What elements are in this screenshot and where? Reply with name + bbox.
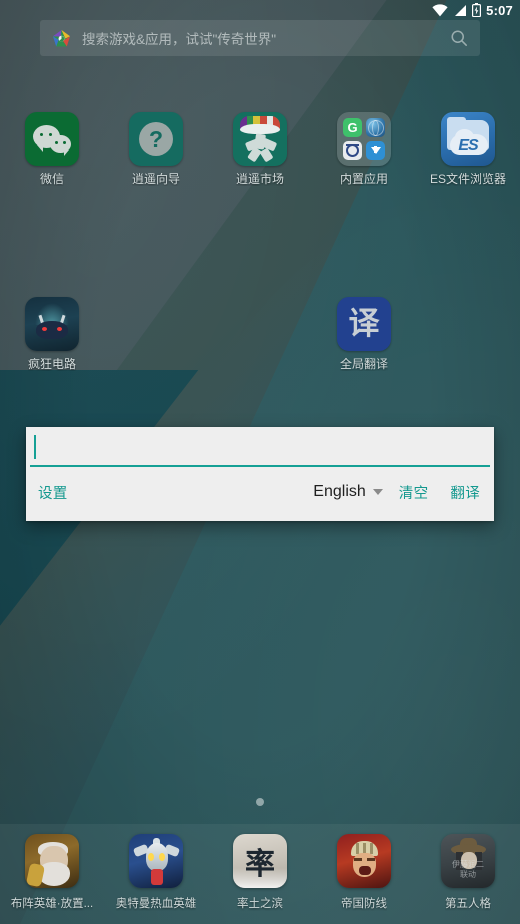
settings-button[interactable]: 设置 <box>38 482 68 503</box>
dock-item-empire-defense[interactable]: 帝国防线 <box>312 834 416 911</box>
translate-dialog: 设置 English 清空 翻译 <box>26 427 494 521</box>
wifi-icon <box>432 3 448 16</box>
dock-item-shuaitu[interactable]: 率 率土之滨 <box>208 834 312 911</box>
google-letter: G <box>347 120 358 135</box>
app-icon-guide[interactable]: ? 逍遥向导 <box>104 112 208 186</box>
search-icon[interactable] <box>450 29 468 47</box>
market-store-icon <box>233 112 287 166</box>
search-bar[interactable]: 搜索游戏&应用，试试"传奇世界" <box>40 20 480 56</box>
dock: 布阵英雄·放置... 奥特曼热血英雄 率 率土之滨 帝国防线 伊藤润二 联动 第… <box>0 824 520 924</box>
translate-dialog-actions: 设置 English 清空 翻译 <box>26 467 494 517</box>
home-grid-row-1: 微信 ? 逍遥向导 逍遥市场 G 内置应用 ES ES文件浏览器 <box>0 112 520 186</box>
app-icon-wechat[interactable]: 微信 <box>0 112 104 186</box>
empire-defense-game-icon <box>337 834 391 888</box>
translate-glyph: 译 <box>348 305 380 342</box>
crazy-circuit-game-icon <box>25 297 79 351</box>
dock-item-identity-v[interactable]: 伊藤润二 联动 第五人格 <box>416 834 520 911</box>
search-placeholder: 搜索游戏&应用，试试"传奇世界" <box>82 32 277 47</box>
app-label: 逍遥市场 <box>235 173 284 186</box>
dock-label: 第五人格 <box>445 898 491 910</box>
downloads-icon <box>366 141 385 160</box>
app-icon-crazy-circuit[interactable]: 疯狂电路 <box>0 297 104 371</box>
folder-icon: G <box>337 112 391 166</box>
language-dropdown[interactable]: English <box>313 483 383 501</box>
page-dot-active[interactable] <box>256 798 264 806</box>
es-file-explorer-icon: ES <box>441 112 495 166</box>
translate-input-wrap <box>30 429 490 467</box>
text-cursor <box>34 435 36 459</box>
home-grid-row-2: 疯狂电路 译 全局翻译 <box>0 297 520 371</box>
app-label: 逍遥向导 <box>131 173 180 186</box>
ultraman-game-icon <box>129 834 183 888</box>
app-icon-global-translate[interactable]: 译 全局翻译 <box>312 297 416 371</box>
dock-label: 帝国防线 <box>341 898 387 910</box>
app-icon-market[interactable]: 逍遥市场 <box>208 112 312 186</box>
pentagon-logo-icon <box>52 29 71 48</box>
language-value: English <box>313 483 366 500</box>
dock-label: 布阵英雄·放置... <box>10 898 94 910</box>
app-label: 微信 <box>39 173 64 186</box>
status-bar-clock: 5:07 <box>486 2 513 18</box>
battery-icon <box>472 3 482 17</box>
dock-item-buzhen-hero[interactable]: 布阵英雄·放置... <box>0 834 104 911</box>
app-label: ES文件浏览器 <box>429 173 506 186</box>
app-label: 全局翻译 <box>339 358 388 371</box>
shuaitu-glyph: 率 <box>245 847 275 882</box>
idv-overlay-text: 伊藤润二 联动 <box>452 860 484 879</box>
browser-globe-icon <box>366 118 385 137</box>
app-icon-es-file-explorer[interactable]: ES ES文件浏览器 <box>416 112 520 186</box>
google-icon: G <box>343 118 362 137</box>
global-translate-icon: 译 <box>337 297 391 351</box>
input-underline <box>30 465 490 467</box>
dock-item-ultraman[interactable]: 奥特曼热血英雄 <box>104 834 208 911</box>
translate-input[interactable] <box>30 429 490 465</box>
dock-label: 率土之滨 <box>237 898 283 910</box>
buzhen-hero-game-icon <box>25 834 79 888</box>
app-label: 疯狂电路 <box>27 358 76 371</box>
translate-button[interactable]: 翻译 <box>450 482 480 503</box>
signal-icon <box>455 4 467 16</box>
status-bar: 5:07 <box>0 0 520 20</box>
camera-icon <box>343 141 362 160</box>
chevron-down-icon <box>372 489 383 495</box>
clear-button[interactable]: 清空 <box>399 482 429 503</box>
page-indicator <box>0 798 520 806</box>
app-label: 内置应用 <box>339 173 388 186</box>
wechat-icon <box>25 112 79 166</box>
shuaitu-game-icon: 率 <box>233 834 287 888</box>
guide-question-icon: ? <box>129 112 183 166</box>
dock-label: 奥特曼热血英雄 <box>115 898 197 910</box>
identity-v-game-icon: 伊藤润二 联动 <box>441 834 495 888</box>
app-folder-builtin[interactable]: G 内置应用 <box>312 112 416 186</box>
